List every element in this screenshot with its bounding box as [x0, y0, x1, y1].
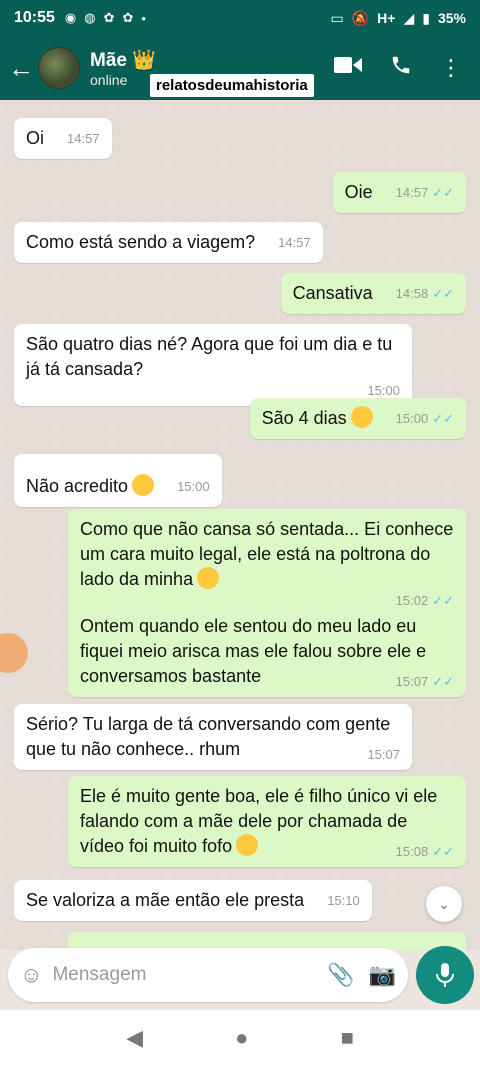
microphone-icon [436, 963, 454, 987]
chevron-down-icon: ⌄ [438, 895, 450, 912]
chat-area[interactable]: Oi 14:57 Oie 14:57 ✓✓ Como está sendo a v… [0, 100, 480, 950]
cast-icon: ▭ [330, 9, 344, 26]
whatsapp-icon: ◉ [64, 10, 77, 25]
message-time: 15:10 [327, 893, 360, 908]
message-time: 14:58 [395, 286, 429, 301]
app-icon: ✿ [122, 10, 134, 25]
message-text: Como que não cansa só sentada... Ei conh… [80, 519, 454, 589]
navigation-bar: ◀ ● ■ [0, 1010, 480, 1066]
read-receipt-icon: ✓✓ [432, 286, 454, 301]
message-bubble-outgoing[interactable]: Cansativa 14:58 ✓✓ [280, 273, 466, 314]
read-receipt-icon: ✓✓ [432, 844, 454, 859]
signal-icon: ◢ [403, 9, 415, 26]
message-bubble-incoming[interactable]: Como está sendo a viagem? 14:57 [14, 222, 323, 263]
laughing-emoji-icon [236, 834, 259, 857]
video-call-icon[interactable] [334, 55, 362, 81]
messenger-icon: ◍ [84, 10, 96, 25]
message-input-bar[interactable]: ☺ Mensagem 📎 📷 [8, 948, 408, 1002]
home-nav-icon[interactable]: ● [235, 1025, 248, 1051]
message-text: Como está sendo a viagem? [26, 232, 256, 252]
message-bubble-incoming[interactable]: Sério? Tu larga de tá conversando com ge… [14, 704, 412, 770]
recents-nav-icon[interactable]: ■ [341, 1025, 354, 1051]
message-time: 15:00 [177, 479, 210, 494]
message-bubble-outgoing[interactable]: Oie 14:57 ✓✓ [332, 172, 466, 213]
voice-call-icon[interactable] [390, 54, 412, 82]
message-text: Oi [26, 128, 44, 148]
message-text: São 4 dias [261, 408, 347, 428]
message-bubble-incoming[interactable]: Se valoriza a mãe então ele presta 15:10 [14, 880, 372, 921]
back-nav-icon[interactable]: ◀ [126, 1025, 143, 1051]
app-icon: ✿ [103, 10, 115, 25]
message-bubble-outgoing[interactable]: Ele é muito gente boa, ele é filho único… [68, 776, 466, 867]
message-time: 15:08 [395, 844, 429, 859]
read-receipt-icon: ✓✓ [432, 411, 454, 426]
status-time: 10:55 [14, 9, 55, 26]
scroll-down-button[interactable]: ⌄ [426, 886, 462, 922]
message-text: São quatro dias né? Agora que foi um dia… [26, 334, 393, 379]
message-time: 15:07 [395, 674, 429, 689]
network-label: H+ [377, 10, 396, 26]
emoji-icon[interactable]: ☺ [20, 962, 42, 988]
battery-level: 35% [437, 10, 466, 26]
smirk-emoji-icon [132, 474, 155, 497]
message-time: 14:57 [395, 185, 429, 200]
message-text: Se valoriza a mãe então ele presta [26, 890, 305, 910]
contact-status: online [90, 72, 128, 88]
message-text: Não acredito [26, 476, 129, 496]
message-input[interactable]: Mensagem [52, 964, 313, 986]
camera-icon[interactable]: 📷 [369, 962, 396, 988]
notification-dot-icon: • [141, 10, 146, 26]
facepalm-emoji-icon [350, 406, 373, 429]
message-bubble-incoming[interactable]: Oi 14:57 [14, 118, 112, 159]
message-time: 14:57 [67, 131, 100, 146]
status-bar: 10:55 ◉ ◍ ✿ ✿ • ▭ 🔕 H+ ◢ ▮ 35% [0, 0, 480, 36]
contact-info[interactable]: Mãe 👑 online [90, 48, 156, 88]
contact-name: Mãe 👑 [90, 50, 156, 71]
message-time: 14:57 [278, 235, 311, 250]
read-receipt-icon: ✓✓ [432, 185, 454, 200]
message-text: Cansativa [292, 283, 373, 303]
back-arrow-icon[interactable]: ← [4, 53, 38, 84]
message-time: 15:00 [395, 411, 429, 426]
more-options-icon[interactable]: ⋮ [440, 55, 462, 81]
battery-icon: ▮ [422, 9, 430, 26]
message-text: Oie [344, 182, 373, 202]
blushing-emoji-icon [197, 567, 220, 590]
avatar[interactable] [38, 47, 80, 89]
message-time: 15:00 [367, 383, 400, 398]
message-bubble-incoming[interactable]: Não acredito 15:00 [14, 454, 222, 507]
mute-icon: 🔕 [351, 9, 370, 26]
message-bubble-outgoing[interactable]: São 4 dias 15:00 ✓✓ [249, 398, 466, 439]
message-bubble-outgoing[interactable]: Como que não cansa só sentada... Ei conh… [68, 509, 466, 616]
watermark-label: relatosdeumahistoria [150, 74, 314, 97]
attach-icon[interactable]: 📎 [327, 962, 354, 988]
read-receipt-icon: ✓✓ [432, 674, 454, 689]
message-bubble-incoming[interactable]: São quatro dias né? Agora que foi um dia… [14, 324, 412, 406]
microphone-button[interactable] [416, 946, 474, 1004]
message-bubble-outgoing[interactable]: Ontem quando ele sentou do meu lado eu f… [68, 606, 466, 697]
